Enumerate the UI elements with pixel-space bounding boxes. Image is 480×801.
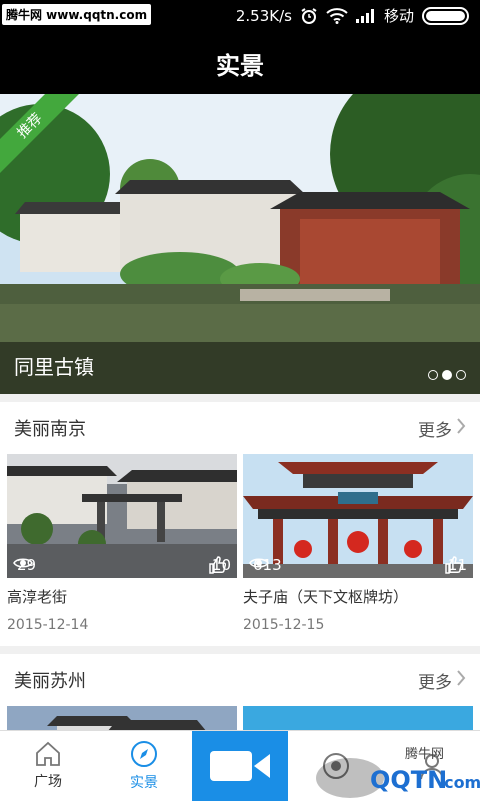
chevron-right-icon — [456, 669, 466, 691]
section-nanjing: 美丽南京 更多 29 10 高淳老街 2015-12-14 613 11 夫子庙… — [0, 402, 480, 646]
more-label: 更多 — [418, 672, 452, 693]
scene-card[interactable] — [243, 706, 473, 730]
tab-scene[interactable]: 实景 — [96, 731, 192, 801]
video-camera-icon — [210, 749, 270, 783]
likes-stat[interactable]: 11 — [444, 556, 467, 574]
chevron-right-icon — [456, 417, 466, 439]
svg-text:腾牛网: 腾牛网 — [405, 746, 444, 762]
more-link[interactable]: 更多 — [418, 416, 466, 441]
signal-icon — [355, 8, 376, 23]
section-header: 美丽南京 更多 — [0, 402, 480, 454]
scene-card[interactable]: 613 11 夫子庙（天下文枢牌坊） 2015-12-15 — [243, 454, 473, 633]
status-bar: 腾牛网 www.qqtn.com 2.53K/s 移动 — [0, 0, 480, 32]
scene-thumbnail — [7, 706, 237, 730]
carousel-dot[interactable] — [428, 370, 438, 380]
qqtn-watermark-logo: 腾牛网 QQTN .com — [316, 746, 480, 798]
alarm-icon — [300, 7, 318, 25]
home-icon — [34, 741, 62, 767]
scene-card[interactable]: 29 10 高淳老街 2015-12-14 — [7, 454, 237, 633]
scene-thumbnail: 29 10 — [7, 454, 237, 578]
carousel-indicator — [428, 370, 466, 380]
tab-label: 广场 — [34, 774, 62, 790]
carousel-dot[interactable] — [456, 370, 466, 380]
watermark-label: 腾牛网 www.qqtn.com — [2, 4, 152, 25]
tab-square[interactable]: 广场 — [0, 731, 96, 801]
scene-thumbnail — [243, 706, 473, 730]
likes-stat[interactable]: 10 — [208, 556, 231, 574]
carrier-label: 移动 — [383, 7, 414, 25]
page-title: 实景 — [216, 51, 264, 80]
network-speed: 2.53K/s — [235, 6, 292, 25]
svg-text:QQTN: QQTN — [370, 766, 447, 794]
scene-thumbnail: 613 11 — [243, 454, 473, 578]
section-title: 美丽苏州 — [14, 671, 86, 692]
scene-date: 2015-12-15 — [243, 617, 325, 633]
title-bar: 实景 — [0, 32, 480, 94]
tab-label: 实景 — [130, 775, 158, 791]
section-title: 美丽南京 — [14, 419, 86, 440]
more-link[interactable]: 更多 — [418, 668, 466, 693]
tab-camera[interactable] — [192, 731, 288, 801]
scene-title: 夫子庙（天下文枢牌坊） — [243, 588, 409, 606]
scene-card[interactable] — [7, 706, 237, 730]
battery-icon — [422, 6, 472, 25]
banner-carousel[interactable]: 推荐 同里古镇 — [0, 94, 480, 394]
section-suzhou: 美丽苏州 更多 — [0, 654, 480, 730]
views-stat: 29 — [13, 556, 36, 574]
scene-title: 高淳老街 — [7, 588, 68, 606]
banner-caption: 同里古镇 — [14, 355, 94, 379]
more-label: 更多 — [418, 420, 452, 441]
compass-icon — [130, 740, 158, 768]
svg-text:.com: .com — [438, 773, 480, 792]
views-stat: 613 — [249, 556, 282, 574]
section-header: 美丽苏州 更多 — [0, 654, 480, 706]
wifi-icon — [326, 7, 348, 24]
scene-date: 2015-12-14 — [7, 617, 89, 633]
carousel-dot-active[interactable] — [442, 370, 452, 380]
